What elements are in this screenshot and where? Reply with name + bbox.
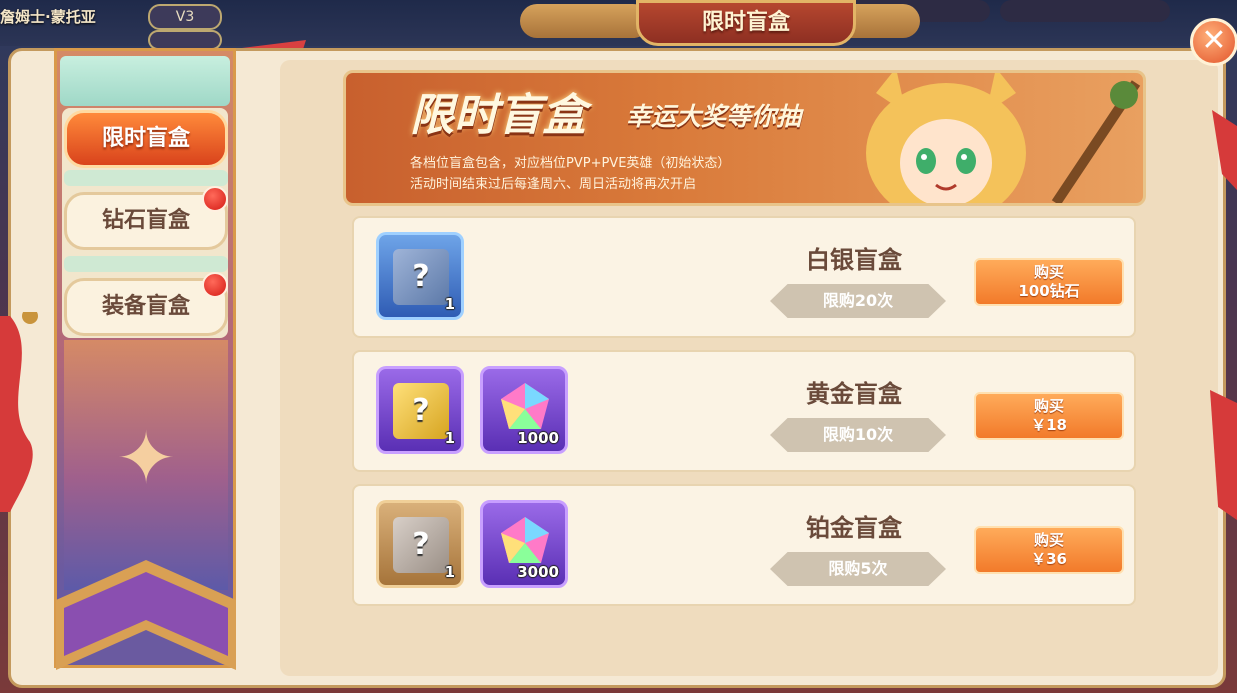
item-count: 1 (444, 295, 455, 313)
player-name: 詹姆士·蒙托亚 (0, 8, 96, 26)
tab-limited-blind-box[interactable]: 限时盲盒 (64, 110, 228, 168)
purchase-limit-tag: 限购5次 (770, 552, 946, 586)
tab-label: 限时盲盒 (101, 126, 190, 151)
item-count: 1 (444, 563, 455, 581)
banner-title: 限时盲盒 (410, 90, 586, 141)
price-label: ￥36 (1031, 550, 1067, 568)
buy-button[interactable]: 购买 ￥36 (974, 526, 1124, 574)
vip-badge[interactable]: V3 (148, 4, 222, 30)
offer-row-silver: ? 1 白银盲盒 限购20次 购买 100钻石 (352, 216, 1136, 338)
item-count: 3000 (517, 563, 559, 581)
tab-label: 装备盲盒 (101, 294, 190, 319)
offer-name: 黄金盲盒 (806, 380, 902, 408)
buy-button[interactable]: 购买 ￥18 (974, 392, 1124, 440)
gold-mystery-box-icon[interactable]: ? 1 (376, 366, 464, 454)
purchase-limit-tag: 限购20次 (770, 284, 946, 318)
hud-secondary-badge (148, 30, 222, 50)
diamond-gem-icon[interactable]: 1000 (480, 366, 568, 454)
tab-divider (64, 170, 228, 186)
banner-description: 各档位盲盒包含，对应档位PVP+PVE英雄（初始状态） 活动时间结束过后每逢周六… (410, 153, 730, 195)
window-title: 限时盲盒 (636, 0, 856, 46)
item-count: 1000 (517, 429, 559, 447)
offer-name: 铂金盲盒 (806, 514, 902, 542)
currency-counter[interactable] (1000, 0, 1170, 22)
offer-row-platinum: ? 1 3000 铂金盲盒 限购5次 购买 ￥36 (352, 484, 1136, 606)
tab-label: 钻石盲盒 (101, 208, 190, 233)
buy-label: 购买 (1033, 263, 1064, 281)
close-icon[interactable]: ✕ (1190, 18, 1237, 66)
purchase-limit-tag: 限购10次 (770, 418, 946, 452)
offer-name: 白银盲盒 (806, 246, 902, 274)
buy-label: 购买 (1033, 397, 1064, 415)
event-banner: 限时盲盒 幸运大奖等你抽 各档位盲盒包含，对应档位PVP+PVE英雄（初始状态）… (343, 70, 1146, 206)
notification-dot (202, 186, 228, 212)
banner-subtitle: 幸运大奖等你抽 (626, 102, 802, 131)
buy-button[interactable]: 购买 100钻石 (974, 258, 1124, 306)
tab-divider (64, 256, 228, 272)
title-ornament-left (520, 4, 650, 38)
price-label: 100钻石 (1018, 282, 1080, 300)
banner-desc-line: 各档位盲盒包含，对应档位PVP+PVE英雄（初始状态） (410, 156, 731, 171)
item-count: 1 (444, 429, 455, 447)
platinum-mystery-box-icon[interactable]: ? 1 (376, 500, 464, 588)
diamond-gem-icon[interactable]: 3000 (480, 500, 568, 588)
banner-desc-line: 活动时间结束过后每逢周六、周日活动将再次开启 (410, 177, 697, 192)
ribbon-decoration (0, 312, 38, 512)
character-portrait (866, 73, 1141, 203)
sidebar-header-decoration (60, 56, 230, 106)
notification-dot (202, 272, 228, 298)
star-emblem-icon: ✦ (115, 416, 177, 500)
price-label: ￥18 (1031, 416, 1067, 434)
silver-mystery-box-icon[interactable]: ? 1 (376, 232, 464, 320)
buy-label: 购买 (1033, 531, 1064, 549)
sidebar-chevron-decoration (56, 560, 236, 670)
offer-row-gold: ? 1 1000 黄金盲盒 限购10次 购买 ￥18 (352, 350, 1136, 472)
